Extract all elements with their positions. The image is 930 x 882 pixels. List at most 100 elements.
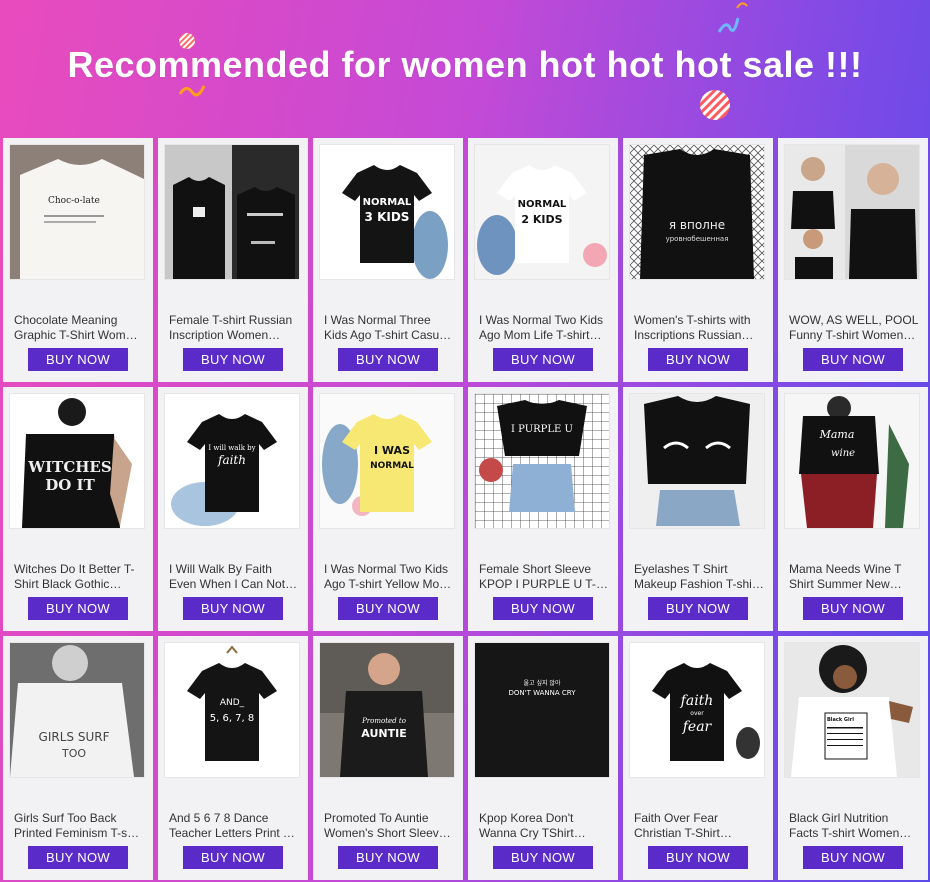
product-image[interactable] [629,393,765,529]
svg-text:3 KIDS: 3 KIDS [365,210,410,224]
product-card[interactable]: Female T-shirt Russian Inscription Women… [158,138,308,382]
svg-text:DON'T WANNA CRY: DON'T WANNA CRY [509,689,577,697]
product-card[interactable]: WITCHES DO IT Witches Do It Better T-Shirt… [3,387,153,631]
striped-balloon-icon [700,90,730,120]
product-title[interactable]: Girls Surf Too Back Printed Feminism T-s… [14,811,144,841]
svg-text:WITCHES: WITCHES [27,458,111,476]
svg-text:I WAS: I WAS [374,444,410,457]
svg-text:faith: faith [217,453,246,467]
product-title[interactable]: Promoted To Auntie Women's Short Sleeve … [324,811,454,841]
product-image[interactable]: GIRLS SURF TOO [9,642,145,778]
buy-now-button[interactable]: BUY NOW [648,597,748,620]
product-card[interactable]: 울고 싶지 않아 DON'T WANNA CRY Kpop Korea Don't … [468,636,618,880]
svg-text:NORMAL: NORMAL [363,197,412,208]
product-title[interactable]: Chocolate Meaning Graphic T-Shirt Women … [14,313,144,343]
svg-text:уровнобешенная: уровнобешенная [666,235,729,243]
product-image[interactable]: faith over fear [629,642,765,778]
product-title[interactable]: Faith Over Fear Christian T-Shirt Women … [634,811,764,841]
buy-now-button[interactable]: BUY NOW [803,846,903,869]
product-title[interactable]: And 5 6 7 8 Dance Teacher Letters Print … [169,811,299,841]
product-card[interactable]: WOW, AS WELL, POOL Funny T-shirt Women S… [778,138,928,382]
buy-now-button[interactable]: BUY NOW [183,846,283,869]
svg-text:Mama: Mama [819,428,855,441]
product-image[interactable]: 울고 싶지 않아 DON'T WANNA CRY [474,642,610,778]
buy-now-button[interactable]: BUY NOW [183,597,283,620]
svg-text:TOO: TOO [61,747,86,760]
product-card[interactable]: I will walk by faith I Will Walk By Faith … [158,387,308,631]
product-image[interactable]: I PURPLE U [474,393,610,529]
buy-now-button[interactable]: BUY NOW [803,597,903,620]
svg-text:faith: faith [680,693,714,709]
buy-now-button[interactable]: BUY NOW [648,348,748,371]
svg-text:fear: fear [682,719,713,735]
svg-text:Black Girl: Black Girl [827,717,854,723]
svg-text:Choc-o-late: Choc-o-late [48,196,100,206]
svg-text:울고 싶지 않아: 울고 싶지 않아 [524,679,561,687]
product-card[interactable]: я вполне уровнобешенная Women's T-shirts w… [623,138,773,382]
product-title[interactable]: Eyelashes T Shirt Makeup Fashion T-shirt… [634,562,764,592]
buy-now-button[interactable]: BUY NOW [493,597,593,620]
buy-now-button[interactable]: BUY NOW [493,846,593,869]
buy-now-button[interactable]: BUY NOW [28,348,128,371]
svg-text:GIRLS SURF: GIRLS SURF [39,730,110,744]
product-card[interactable]: Choc-o-late Chocolate Meaning Graphic T-S… [3,138,153,382]
product-image[interactable]: Mama wine [784,393,920,529]
product-card[interactable]: NORMAL 3 KIDS I Was Normal Three Kids Ago … [313,138,463,382]
product-title[interactable]: Kpop Korea Don't Wanna Cry TShirt Women … [479,811,609,841]
buy-now-button[interactable]: BUY NOW [338,597,438,620]
banner-title: Recommended for women hot hot hot sale !… [67,44,863,85]
product-image[interactable]: Promoted to AUNTIE [319,642,455,778]
product-card[interactable]: I PURPLE U Female Short Sleeve KPOP I PUR… [468,387,618,631]
product-title[interactable]: Mama Needs Wine T Shirt Summer New Women… [789,562,919,592]
product-card[interactable]: AND_ 5, 6, 7, 8 And 5 6 7 8 Dance Teacher … [158,636,308,880]
product-title[interactable]: Witches Do It Better T-Shirt Black Gothi… [14,562,144,592]
svg-text:NORMAL: NORMAL [518,199,567,210]
product-image[interactable]: WITCHES DO IT [9,393,145,529]
product-title[interactable]: Women's T-shirts with Inscriptions Russi… [634,313,764,343]
svg-text:AUNTIE: AUNTIE [361,727,406,740]
product-image[interactable]: I will walk by faith [164,393,300,529]
product-title[interactable]: Black Girl Nutrition Facts T-shirt Women… [789,811,919,841]
buy-now-button[interactable]: BUY NOW [338,348,438,371]
buy-now-button[interactable]: BUY NOW [338,846,438,869]
product-card[interactable]: I WAS NORMAL I Was Normal Two Kids Ago T-s… [313,387,463,631]
product-image[interactable] [784,144,920,280]
svg-text:5, 6, 7, 8: 5, 6, 7, 8 [210,713,255,724]
svg-text:я вполне: я вполне [669,218,725,232]
product-image[interactable]: я вполне уровнобешенная [629,144,765,280]
product-card[interactable]: GIRLS SURF TOO Girls Surf Too Back Printed… [3,636,153,880]
buy-now-button[interactable]: BUY NOW [803,348,903,371]
product-title[interactable]: Female Short Sleeve KPOP I PURPLE U T-sh… [479,562,609,592]
product-image[interactable]: NORMAL 3 KIDS [319,144,455,280]
svg-text:I PURPLE U: I PURPLE U [511,424,573,435]
product-image[interactable]: Black Girl [784,642,920,778]
product-title[interactable]: I Will Walk By Faith Even When I Can Not… [169,562,299,592]
product-title[interactable]: I Was Normal Two Kids Ago Mom Life T-shi… [479,313,609,343]
buy-now-button[interactable]: BUY NOW [493,348,593,371]
buy-now-button[interactable]: BUY NOW [28,597,128,620]
promo-banner: Recommended for women hot hot hot sale !… [0,0,930,132]
product-card[interactable]: Black Girl Black Girl Nutrition Facts T-s… [778,636,928,880]
product-image[interactable]: I WAS NORMAL [319,393,455,529]
product-card[interactable]: Mama wine Mama Needs Wine T Shirt Summer N… [778,387,928,631]
product-card[interactable]: Promoted to AUNTIE Promoted To Auntie Wome… [313,636,463,880]
svg-text:Promoted to: Promoted to [361,717,406,725]
product-card[interactable]: NORMAL 2 KIDS I Was Normal Two Kids Ago Mo… [468,138,618,382]
svg-text:I will walk by: I will walk by [208,444,255,452]
product-image[interactable]: AND_ 5, 6, 7, 8 [164,642,300,778]
product-image[interactable]: NORMAL 2 KIDS [474,144,610,280]
product-title[interactable]: I Was Normal Three Kids Ago T-shirt Casu… [324,313,454,343]
svg-text:AND_: AND_ [220,698,245,708]
product-image[interactable] [164,144,300,280]
streamer-icon [736,2,748,9]
product-image[interactable]: Choc-o-late [9,144,145,280]
product-title[interactable]: Female T-shirt Russian Inscription Women… [169,313,299,343]
product-card[interactable]: faith over fear Faith Over Fear Christian T… [623,636,773,880]
svg-text:2 KIDS: 2 KIDS [521,213,562,226]
product-title[interactable]: I Was Normal Two Kids Ago T-shirt Yellow… [324,562,454,592]
buy-now-button[interactable]: BUY NOW [648,846,748,869]
product-card[interactable]: Eyelashes T Shirt Makeup Fashion T-shirt… [623,387,773,631]
buy-now-button[interactable]: BUY NOW [183,348,283,371]
buy-now-button[interactable]: BUY NOW [28,846,128,869]
product-title[interactable]: WOW, AS WELL, POOL Funny T-shirt Women S… [789,313,919,343]
